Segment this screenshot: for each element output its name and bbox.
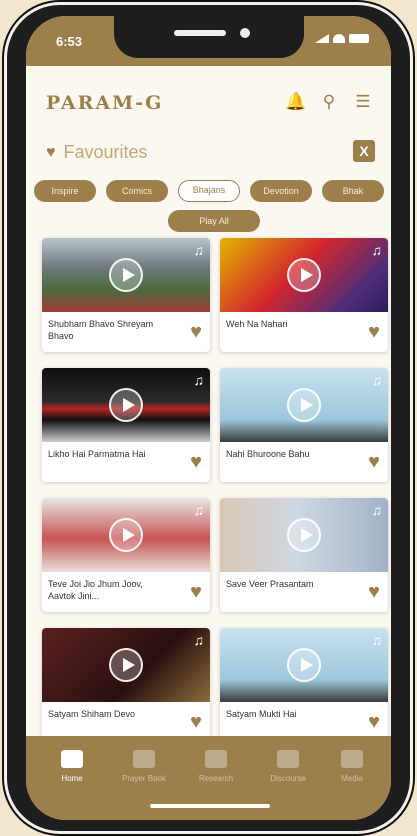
nav-icon — [61, 750, 83, 768]
play-icon[interactable] — [109, 388, 143, 422]
category-chip[interactable]: Bhajans — [178, 180, 240, 202]
music-note-icon: ♫ — [193, 372, 205, 388]
app-header: PARAM-G 🔔 ⚲ ☰ — [26, 78, 391, 118]
category-chips: Inspire Comics Bhajans Devotion Bhak — [34, 180, 391, 204]
camera — [240, 28, 250, 38]
bottom-navigation: Home Prayer Book Research Discourse Media — [26, 736, 391, 820]
play-icon[interactable] — [287, 258, 321, 292]
music-note-icon: ♫ — [371, 632, 383, 648]
nav-label: Discourse — [270, 774, 306, 783]
category-chip[interactable]: Comics — [106, 180, 168, 202]
notch — [114, 16, 304, 58]
play-icon[interactable] — [109, 258, 143, 292]
home-indicator — [150, 804, 270, 808]
status-icons — [315, 34, 369, 43]
favourite-heart-icon[interactable]: ♥ — [368, 452, 380, 472]
speaker — [174, 30, 226, 36]
favourite-heart-icon[interactable]: ♥ — [190, 322, 202, 342]
video-title: Likho Hai Parmatma Hai — [48, 449, 146, 459]
music-note-icon: ♫ — [193, 502, 205, 518]
phone-frame: 6:53 PARAM-G 🔔 ⚲ ☰ ♥ Favourites X Inspir… — [4, 2, 413, 834]
app-logo: PARAM-G — [46, 92, 164, 114]
battery-icon — [349, 34, 369, 43]
header-actions: 🔔 ⚲ ☰ — [285, 92, 373, 112]
nav-item-research[interactable]: Research — [186, 750, 246, 783]
play-icon[interactable] — [287, 518, 321, 552]
favourite-heart-icon[interactable]: ♥ — [190, 452, 202, 472]
favourite-heart-icon[interactable]: ♥ — [190, 582, 202, 602]
close-button[interactable]: X — [353, 140, 375, 162]
play-icon[interactable] — [287, 388, 321, 422]
heart-icon: ♥ — [46, 143, 56, 161]
play-icon[interactable] — [287, 648, 321, 682]
video-card[interactable]: ♫ Nahi Bhuroone Bahu ♥ — [220, 368, 388, 482]
app-screen: 6:53 PARAM-G 🔔 ⚲ ☰ ♥ Favourites X Inspir… — [26, 16, 391, 820]
favourite-heart-icon[interactable]: ♥ — [368, 712, 380, 732]
nav-icon — [133, 750, 155, 768]
video-title: Satyam Mukti Hai — [226, 709, 297, 719]
video-title: Save Veer Prasantam — [226, 579, 314, 589]
play-all-button[interactable]: Play All — [168, 210, 260, 232]
nav-icon — [341, 750, 363, 768]
video-card[interactable]: ♫ Teve Joi Jio Jhum Joov, Aavtok Jini... ♥ — [42, 498, 210, 612]
video-card[interactable]: ♫ Save Veer Prasantam ♥ — [220, 498, 388, 612]
nav-item-prayer-book[interactable]: Prayer Book — [114, 750, 174, 783]
video-title: Weh Na Nahari — [226, 319, 288, 329]
favourite-heart-icon[interactable]: ♥ — [368, 322, 380, 342]
video-title: Nahi Bhuroone Bahu — [226, 449, 310, 459]
video-card[interactable]: ♫ Satyam Mukti Hai ♥ — [220, 628, 388, 742]
favourites-title-wrap: ♥ Favourites — [46, 142, 148, 163]
nav-item-discourse[interactable]: Discourse — [258, 750, 318, 783]
play-icon[interactable] — [109, 518, 143, 552]
nav-label: Media — [341, 774, 363, 783]
video-title: Teve Joi Jio Jhum Joov, Aavtok Jini... — [48, 579, 143, 601]
nav-icon — [205, 750, 227, 768]
video-card[interactable]: ♫ Weh Na Nahari ♥ — [220, 238, 388, 352]
music-note-icon: ♫ — [193, 632, 205, 648]
music-note-icon: ♫ — [193, 242, 205, 258]
nav-icon — [277, 750, 299, 768]
search-icon[interactable]: ⚲ — [319, 92, 339, 112]
nav-label: Home — [61, 774, 83, 783]
music-note-icon: ♫ — [371, 502, 383, 518]
nav-item-home[interactable]: Home — [42, 750, 102, 783]
nav-label: Research — [198, 774, 234, 783]
category-chip[interactable]: Devotion — [250, 180, 312, 202]
favourite-heart-icon[interactable]: ♥ — [368, 582, 380, 602]
favourites-title: Favourites — [63, 142, 148, 162]
bell-icon[interactable]: 🔔 — [285, 92, 306, 112]
category-chip[interactable]: Inspire — [34, 180, 96, 202]
video-title: Satyam Shiham Devo — [48, 709, 136, 719]
music-note-icon: ♫ — [371, 372, 383, 388]
video-card[interactable]: ♫ Shubham Bhavo Shreyam Bhavo ♥ — [42, 238, 210, 352]
nav-label: Prayer Book — [121, 774, 167, 783]
signal-icon — [315, 34, 329, 43]
menu-icon[interactable]: ☰ — [353, 92, 373, 112]
status-time: 6:53 — [56, 34, 83, 49]
favourites-header: ♥ Favourites X — [46, 138, 375, 168]
favourite-heart-icon[interactable]: ♥ — [190, 712, 202, 732]
video-card[interactable]: ♫ Satyam Shiham Devo ♥ — [42, 628, 210, 742]
category-chip[interactable]: Bhak — [322, 180, 384, 202]
video-title: Shubham Bhavo Shreyam Bhavo — [48, 319, 154, 341]
nav-item-media[interactable]: Media — [322, 750, 382, 783]
video-card[interactable]: ♫ Likho Hai Parmatma Hai ♥ — [42, 368, 210, 482]
play-icon[interactable] — [109, 648, 143, 682]
favourites-grid: ♫ Shubham Bhavo Shreyam Bhavo ♥ ♫ Weh Na Nah… — [42, 238, 388, 742]
wifi-icon — [333, 34, 345, 43]
music-note-icon: ♫ — [371, 242, 383, 258]
